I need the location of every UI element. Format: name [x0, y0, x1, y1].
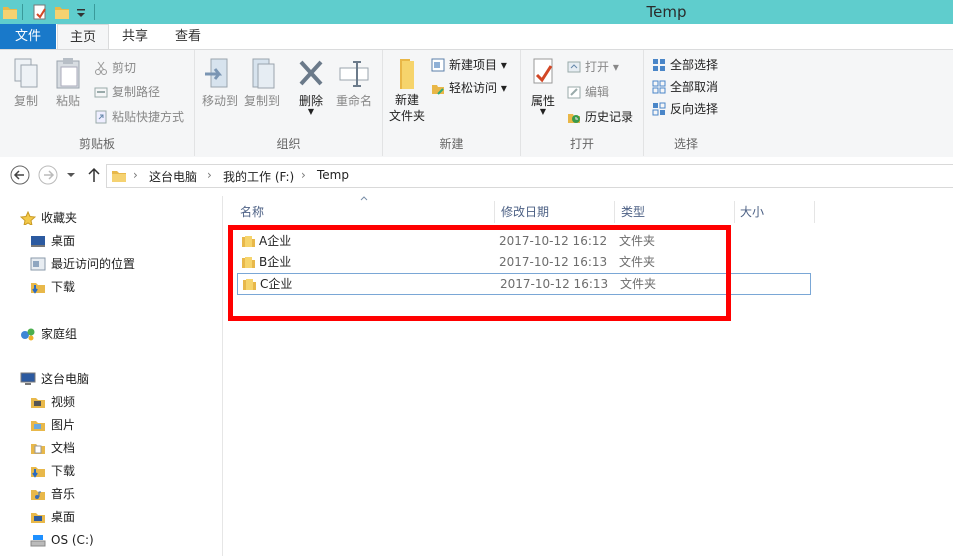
easy-access-button[interactable]: 轻松访问 ▾ — [431, 78, 507, 98]
ribbon-tabs: 文件 主页 共享 查看 — [0, 24, 953, 50]
nav-downloads[interactable]: 下载 — [30, 276, 75, 298]
back-icon[interactable] — [10, 165, 30, 185]
copy-to-icon — [252, 58, 275, 89]
breadcrumb-this-pc[interactable]: 这台电脑 — [149, 168, 197, 185]
copy-to-button[interactable]: 复制到 — [241, 56, 283, 109]
tab-home[interactable]: 主页 — [57, 24, 109, 50]
clipboard-group: 复制 粘贴 剪切 复制路径 粘贴快捷方式 剪贴板 — [0, 50, 195, 156]
desktop-icon — [30, 233, 46, 247]
delete-button[interactable]: 删除 ▼ — [291, 56, 331, 116]
breadcrumb-drive[interactable]: 我的工作 (F:) — [223, 168, 294, 185]
new-group-label: 新建 — [439, 137, 464, 151]
cut-button[interactable]: 剪切 — [94, 58, 136, 78]
scissors-icon — [94, 61, 108, 75]
easy-access-icon — [431, 81, 445, 95]
column-date-modified[interactable]: 修改日期 — [501, 201, 549, 223]
history-button[interactable]: 历史记录 — [567, 107, 633, 127]
downloads-icon — [30, 279, 46, 294]
move-to-button[interactable]: 移动到 — [199, 56, 241, 109]
tab-share[interactable]: 共享 — [112, 24, 158, 49]
edit-icon — [567, 85, 581, 99]
homegroup-icon — [20, 326, 36, 341]
address-bar-row: › 这台电脑 › 我的工作 (F:) › Temp — [0, 157, 953, 195]
copy-path-button[interactable]: 复制路径 — [94, 82, 160, 102]
select-none-icon — [652, 80, 666, 94]
move-to-icon — [205, 58, 228, 88]
computer-icon — [20, 371, 36, 385]
nav-videos[interactable]: 视频 — [30, 391, 75, 413]
sort-ascending-icon — [360, 196, 368, 201]
copy-icon — [14, 58, 38, 88]
delete-x-icon — [299, 60, 323, 86]
nav-os-drive[interactable]: OS (C:) — [30, 529, 94, 551]
music-folder-icon — [30, 486, 46, 500]
ribbon: 复制 粘贴 剪切 复制路径 粘贴快捷方式 剪贴板 移动到 复制到 删除 ▼ 重命… — [0, 49, 953, 158]
desktop-folder-icon — [30, 509, 46, 523]
paste-shortcut-button[interactable]: 粘贴快捷方式 — [94, 107, 184, 127]
open-button[interactable]: 打开 ▾ — [567, 57, 619, 77]
clipboard-group-label: 剪贴板 — [78, 137, 115, 151]
nav-homegroup[interactable]: 家庭组 — [20, 323, 77, 345]
nav-recent-places[interactable]: 最近访问的位置 — [30, 253, 135, 275]
nav-this-pc[interactable]: 这台电脑 — [20, 368, 89, 390]
highlight-annotation-box — [228, 225, 731, 321]
paste-icon — [56, 58, 80, 89]
nav-desktop[interactable]: 桌面 — [30, 230, 75, 252]
up-icon[interactable] — [86, 166, 102, 184]
address-box[interactable]: › 这台电脑 › 我的工作 (F:) › Temp — [106, 164, 953, 188]
select-all-icon — [652, 58, 666, 72]
downloads-icon — [30, 463, 46, 478]
open-group-label: 打开 — [569, 137, 594, 151]
select-none-button[interactable]: 全部取消 — [652, 77, 718, 97]
tab-view[interactable]: 查看 — [165, 24, 211, 49]
paste-button[interactable]: 粘贴 — [48, 56, 88, 109]
recent-places-icon — [30, 256, 46, 271]
star-icon — [19, 210, 37, 227]
invert-selection-button[interactable]: 反向选择 — [652, 99, 718, 119]
column-name[interactable]: 名称 — [240, 201, 264, 223]
copy-button[interactable]: 复制 — [6, 56, 46, 109]
new-item-icon — [431, 58, 445, 72]
new-group: 新建 文件夹 新建项目 ▾ 轻松访问 ▾ 新建 — [383, 50, 521, 156]
folder-icon — [112, 171, 126, 182]
paste-shortcut-icon — [94, 110, 108, 124]
column-type[interactable]: 类型 — [621, 201, 645, 223]
edit-button[interactable]: 编辑 — [567, 82, 609, 102]
nav-music[interactable]: 音乐 — [30, 483, 75, 505]
column-size[interactable]: 大小 — [740, 201, 764, 223]
documents-folder-icon — [30, 440, 46, 454]
recent-locations-icon[interactable] — [66, 171, 76, 179]
invert-selection-icon — [652, 102, 666, 116]
window-title: Temp — [646, 3, 687, 21]
rename-button[interactable]: 重命名 — [331, 56, 377, 109]
nav-favorites[interactable]: 收藏夹 — [19, 207, 77, 229]
properties-check-icon — [533, 58, 553, 84]
properties-button[interactable]: 属性 ▼ — [523, 56, 563, 116]
navigation-pane: 收藏夹 桌面 最近访问的位置 下载 家庭组 这台电脑 视频 图片 文档 下载 音… — [0, 196, 223, 556]
videos-folder-icon — [30, 394, 46, 408]
breadcrumb-temp[interactable]: Temp — [317, 168, 349, 182]
open-group: 属性 ▼ 打开 ▾ 编辑 历史记录 打开 — [521, 50, 644, 156]
title-bar: Temp — [0, 0, 953, 24]
nav-pc-desktop[interactable]: 桌面 — [30, 506, 75, 528]
nav-documents[interactable]: 文档 — [30, 437, 75, 459]
organize-group-label: 组织 — [276, 137, 301, 151]
tab-file[interactable]: 文件 — [0, 24, 56, 49]
drive-icon — [30, 532, 46, 547]
select-all-button[interactable]: 全部选择 — [652, 55, 718, 75]
pictures-folder-icon — [30, 417, 46, 431]
rename-icon — [339, 61, 369, 87]
nav-pictures[interactable]: 图片 — [30, 414, 75, 436]
nav-pc-downloads[interactable]: 下载 — [30, 460, 75, 482]
select-group-label: 选择 — [673, 137, 698, 151]
forward-icon[interactable] — [38, 165, 58, 185]
new-folder-icon — [400, 59, 414, 89]
new-item-button[interactable]: 新建项目 ▾ — [431, 55, 507, 75]
organize-group: 移动到 复制到 删除 ▼ 重命名 组织 — [195, 50, 383, 156]
select-group: 全部选择 全部取消 反向选择 选择 — [644, 50, 728, 156]
copy-path-icon — [94, 85, 108, 99]
open-icon — [567, 60, 581, 74]
new-folder-button[interactable]: 新建 文件夹 — [385, 56, 429, 124]
history-icon — [567, 110, 581, 124]
